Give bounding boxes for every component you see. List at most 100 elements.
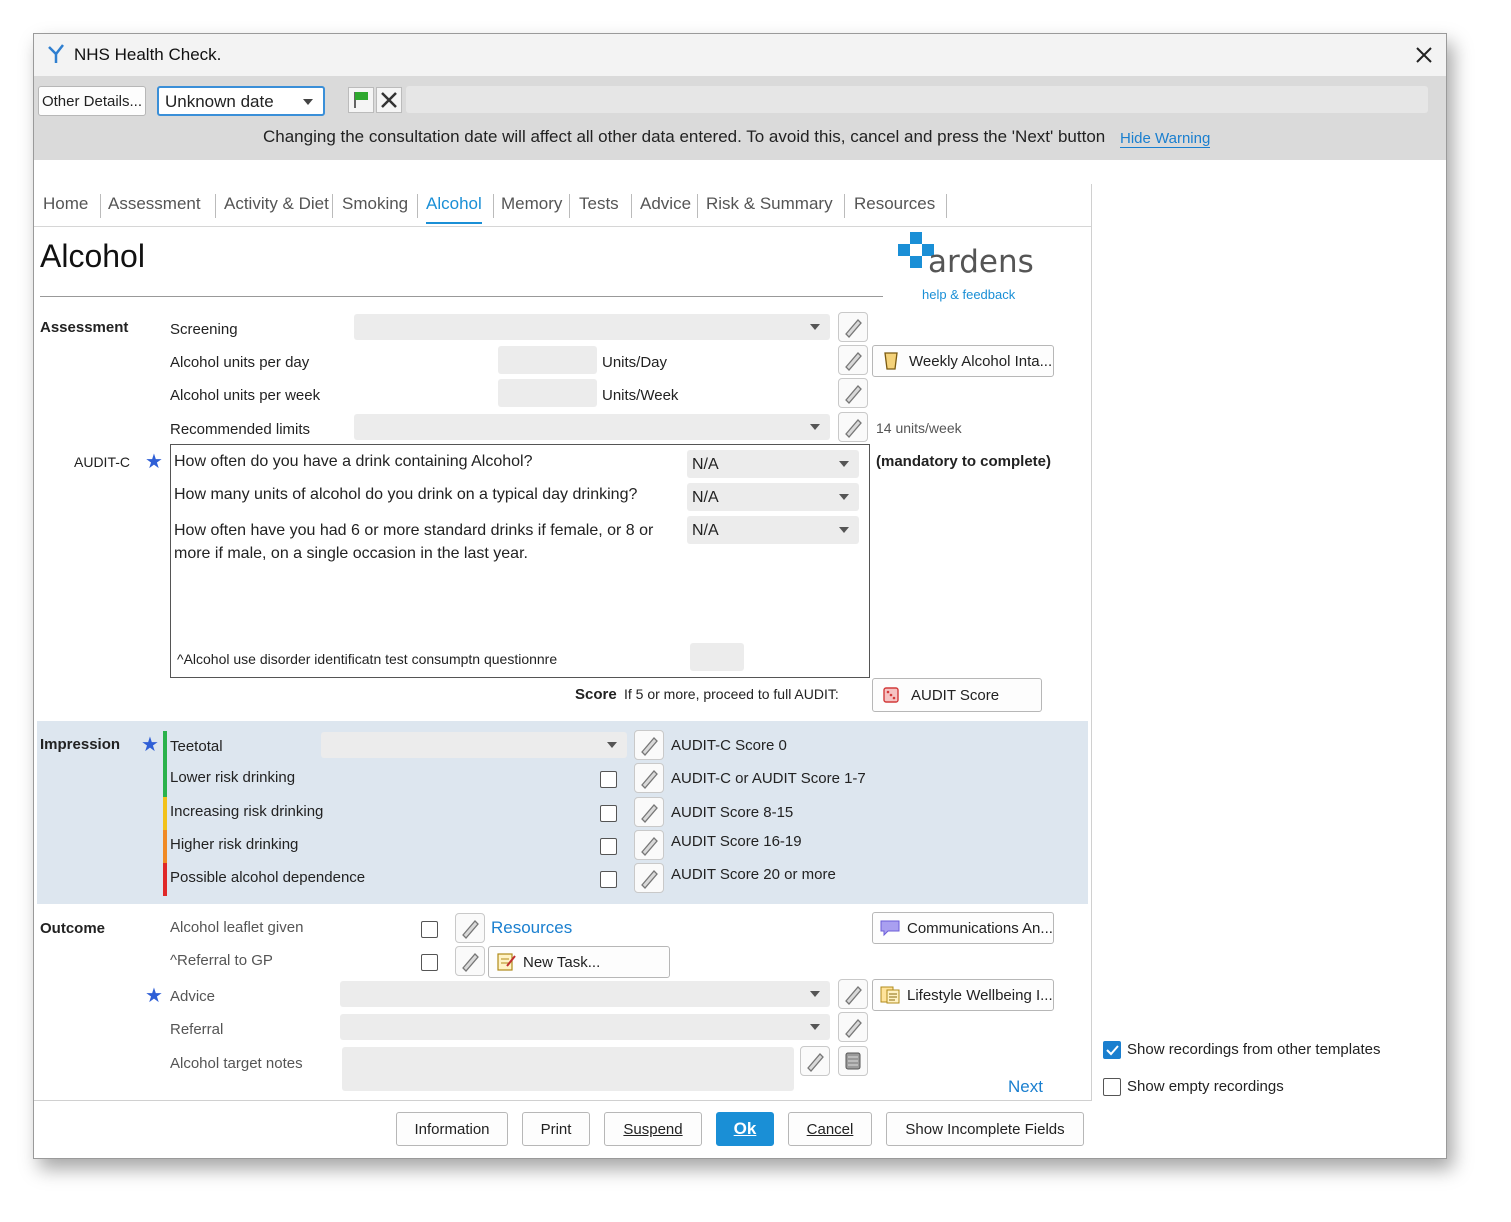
pencil-icon [641, 770, 658, 789]
auditc-answer-3[interactable]: N/A [687, 516, 859, 544]
impression-section: Impression ★ Teetotal AUDIT-C Score 0 Lo… [37, 721, 1088, 904]
score-label: Score [575, 686, 617, 703]
resources-link[interactable]: Resources [491, 918, 572, 938]
show-empty-checkbox[interactable] [1103, 1078, 1121, 1096]
pencil-icon [845, 1019, 862, 1038]
recommended-select[interactable] [354, 414, 830, 440]
tab-assessment[interactable]: Assessment [108, 184, 201, 224]
tab-smoking[interactable]: Smoking [342, 184, 408, 224]
units-week-edit-button[interactable] [838, 378, 868, 408]
units-day-edit-button[interactable] [838, 345, 868, 375]
app-icon [48, 44, 64, 63]
leaflet-checkbox[interactable] [421, 921, 438, 938]
flag-button[interactable] [348, 87, 374, 113]
referral-label: Referral [170, 1021, 224, 1038]
lifestyle-wellbeing-label: Lifestyle Wellbeing I... [907, 986, 1053, 1004]
show-incomplete-button[interactable]: Show Incomplete Fields [886, 1112, 1084, 1146]
target-notes-expand-button[interactable] [838, 1046, 868, 1076]
flag-icon [354, 92, 368, 108]
leaflet-label: Alcohol leaflet given [170, 919, 304, 936]
tab-memory[interactable]: Memory [501, 184, 562, 224]
task-icon [497, 953, 516, 971]
target-notes-edit-button[interactable] [800, 1046, 830, 1076]
ok-button[interactable]: Ok [716, 1112, 774, 1146]
units-day-input[interactable] [498, 346, 597, 374]
increasing-risk-checkbox[interactable] [600, 805, 617, 822]
higher-risk-checkbox[interactable] [600, 838, 617, 855]
tab-advice[interactable]: Advice [640, 184, 691, 224]
increasing-risk-edit-button[interactable] [634, 797, 664, 827]
higher-risk-label: Higher risk drinking [170, 836, 299, 853]
advice-select[interactable] [340, 981, 830, 1007]
pencil-icon [641, 837, 658, 856]
recommended-edit-button[interactable] [838, 412, 868, 442]
referral-select[interactable] [340, 1014, 830, 1040]
tab-risk-summary[interactable]: Risk & Summary [706, 184, 833, 224]
lower-risk-edit-button[interactable] [634, 763, 664, 793]
communications-label: Communications An... [907, 919, 1053, 937]
weekly-alcohol-button[interactable]: Weekly Alcohol Inta... [872, 345, 1054, 377]
referral-gp-checkbox[interactable] [421, 954, 438, 971]
auditc-question-3: How often have you had 6 or more standar… [174, 522, 654, 562]
audit-score-button[interactable]: AUDIT Score [872, 678, 1042, 712]
communications-button[interactable]: Communications An... [872, 912, 1054, 944]
title-bar: NHS Health Check. [34, 34, 1446, 76]
tab-bar: Home Assessment Activity & Diet Smoking … [34, 184, 1091, 227]
higher-risk-note: AUDIT Score 16-19 [671, 833, 802, 850]
recommended-note: 14 units/week [876, 420, 962, 436]
toolbar: Other Details... Unknown date [34, 76, 1446, 116]
help-feedback-link[interactable]: help & feedback [922, 287, 1015, 302]
auditc-questionnaire: How often do you have a drink containing… [170, 444, 870, 678]
increasing-risk-note: AUDIT Score 8-15 [671, 804, 794, 821]
new-task-label: New Task... [523, 953, 601, 971]
pencil-icon [462, 953, 479, 972]
auditc-answer-1[interactable]: N/A [687, 450, 859, 478]
show-other-checkbox[interactable] [1103, 1041, 1121, 1059]
mandatory-star-icon: ★ [145, 985, 163, 1007]
pencil-icon [462, 920, 479, 939]
higher-risk-edit-button[interactable] [634, 830, 664, 860]
consultation-date-select[interactable]: Unknown date [157, 86, 325, 116]
clear-date-button[interactable] [376, 87, 402, 113]
tab-tests[interactable]: Tests [579, 184, 619, 224]
clear-icon [381, 92, 397, 108]
tab-alcohol[interactable]: Alcohol [426, 184, 482, 224]
chevron-down-icon [839, 461, 849, 467]
units-day-label: Alcohol units per day [170, 354, 310, 371]
units-week-input[interactable] [498, 379, 597, 407]
cancel-button[interactable]: Cancel [788, 1112, 872, 1146]
advice-edit-button[interactable] [838, 979, 868, 1009]
auditc-answer-2[interactable]: N/A [687, 483, 859, 511]
teetotal-select[interactable] [321, 732, 627, 758]
tab-home[interactable]: Home [43, 184, 88, 224]
screening-select[interactable] [354, 314, 830, 340]
lifestyle-wellbeing-button[interactable]: Lifestyle Wellbeing I... [872, 979, 1054, 1011]
dependence-note: AUDIT Score 20 or more [671, 866, 836, 883]
other-details-button[interactable]: Other Details... [38, 86, 146, 116]
teetotal-edit-button[interactable] [634, 730, 664, 760]
dependence-checkbox[interactable] [600, 871, 617, 888]
referral-edit-button[interactable] [838, 1012, 868, 1042]
referral-gp-edit-button[interactable] [455, 946, 485, 976]
next-link[interactable]: Next [1008, 1077, 1043, 1097]
information-button[interactable]: Information [396, 1112, 508, 1146]
mandatory-star-icon: ★ [141, 734, 159, 756]
tab-activity-diet[interactable]: Activity & Diet [224, 184, 329, 224]
warning-text: Changing the consultation date will affe… [263, 127, 1106, 146]
pencil-icon [641, 804, 658, 823]
new-task-button[interactable]: New Task... [488, 946, 670, 978]
show-empty-label: Show empty recordings [1127, 1078, 1284, 1095]
suspend-button[interactable]: Suspend [604, 1112, 702, 1146]
close-icon[interactable] [1414, 45, 1434, 65]
hide-warning-link[interactable]: Hide Warning [1120, 130, 1211, 148]
chevron-down-icon [607, 742, 617, 748]
target-notes-input[interactable] [342, 1047, 794, 1091]
screening-edit-button[interactable] [838, 312, 868, 342]
checkmark-icon [1106, 1045, 1119, 1056]
print-button[interactable]: Print [522, 1112, 590, 1146]
dependence-edit-button[interactable] [634, 863, 664, 893]
tab-resources[interactable]: Resources [854, 184, 935, 224]
leaflet-edit-button[interactable] [455, 913, 485, 943]
score-hint: If 5 or more, proceed to full AUDIT: [624, 686, 839, 702]
lower-risk-checkbox[interactable] [600, 771, 617, 788]
